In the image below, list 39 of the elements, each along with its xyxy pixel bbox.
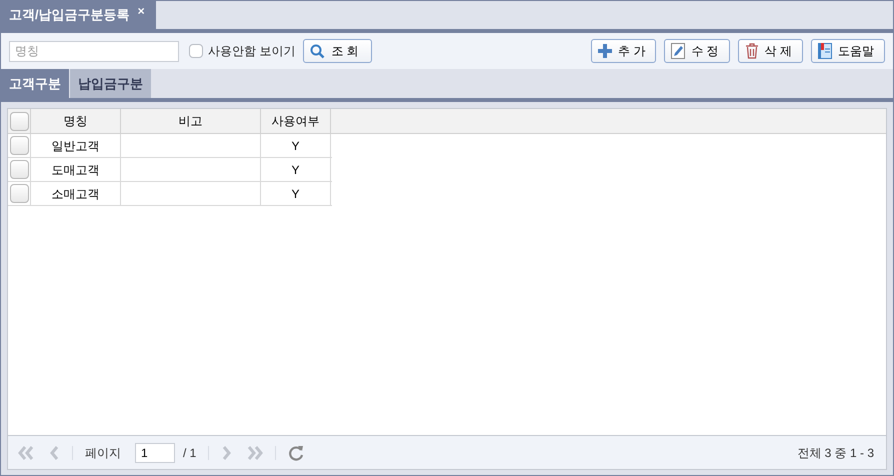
trash-icon <box>744 43 759 59</box>
section-tab[interactable]: 납입금구분 <box>70 69 151 98</box>
row-checkbox[interactable] <box>10 112 28 130</box>
edit-button[interactable]: 수 정 <box>664 39 730 63</box>
next-page-icon[interactable] <box>221 446 232 460</box>
last-page-icon[interactable] <box>247 446 264 460</box>
delete-button[interactable]: 삭 제 <box>738 39 803 63</box>
search-icon <box>310 44 326 58</box>
first-page-icon[interactable] <box>18 446 34 460</box>
document-tab[interactable]: 고객/납입금구분등록 × <box>1 1 156 29</box>
column-header[interactable]: 사용여부 <box>261 109 331 133</box>
book-icon <box>818 43 832 59</box>
pencil-icon <box>671 43 686 59</box>
record-summary: 전체 3 중 1 - 3 <box>797 444 875 462</box>
page-total: / 1 <box>183 444 196 462</box>
column-header[interactable]: 명칭 <box>31 109 121 133</box>
plus-icon <box>598 44 612 58</box>
show-unused-checkbox[interactable] <box>189 44 203 58</box>
row-checkbox[interactable] <box>10 160 28 179</box>
table-cell: 도매고객 <box>31 158 121 181</box>
page-label: 페이지 <box>85 444 121 462</box>
column-header[interactable]: 비고 <box>121 109 261 133</box>
row-checkbox[interactable] <box>10 184 28 203</box>
previous-page-icon[interactable] <box>50 446 60 460</box>
section-tab[interactable]: 고객구분 <box>1 69 69 98</box>
refresh-icon[interactable] <box>288 444 304 460</box>
search-button[interactable]: 조 회 <box>303 39 372 63</box>
table-cell: Y <box>261 182 331 205</box>
row-checkbox[interactable] <box>10 136 28 155</box>
search-field[interactable]: 명칭 <box>9 40 179 62</box>
table-cell: Y <box>261 158 331 181</box>
table-cell: 소매고객 <box>31 182 121 205</box>
table-cell: Y <box>261 134 331 157</box>
page-field[interactable]: 1 <box>135 442 175 462</box>
help-button[interactable]: 도움말 <box>811 39 885 63</box>
add-button[interactable]: 추 가 <box>590 39 656 63</box>
table-cell: 일반고객 <box>31 134 121 157</box>
show-unused-label: 사용안함 보이기 <box>208 43 296 60</box>
close-button[interactable]: × <box>138 2 145 20</box>
